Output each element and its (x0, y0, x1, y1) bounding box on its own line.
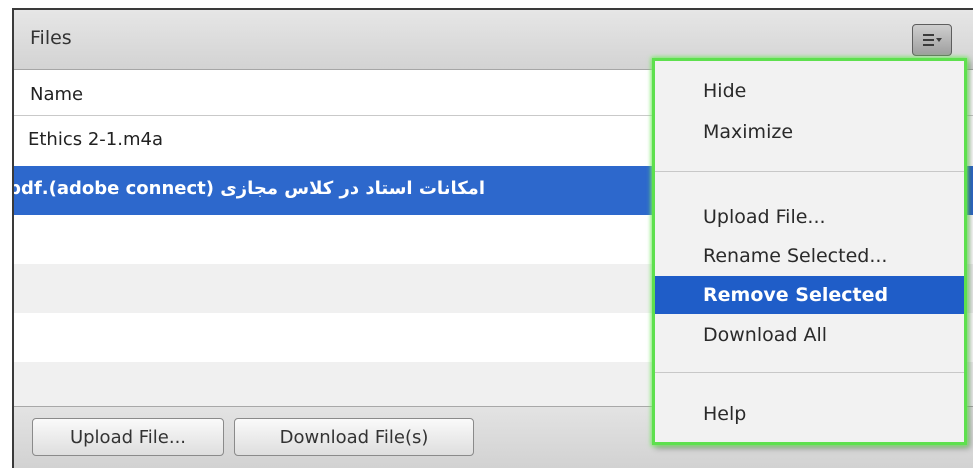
menu-item-upload-file[interactable]: Upload File... (655, 198, 964, 236)
menu-item-help[interactable]: Help (655, 395, 964, 433)
menu-separator (655, 372, 964, 373)
caret-down-icon (935, 38, 942, 42)
menu-item-download-all[interactable]: Download All (655, 316, 964, 354)
file-name: Ethics 2-1.m4a (28, 129, 163, 150)
menu-separator (655, 171, 964, 172)
menu-item-remove-selected[interactable]: Remove Selected (655, 276, 964, 314)
pod-options-menu: Hide Maximize Upload File... Rename Sele… (652, 58, 967, 445)
column-header-label: Name (30, 84, 84, 105)
pod-title: Files (30, 27, 72, 49)
menu-item-maximize[interactable]: Maximize (655, 113, 964, 151)
download-files-button[interactable]: Download File(s) (234, 418, 474, 456)
file-name: امکانات استاد در کلاس مجازی (adobe conne… (14, 178, 485, 199)
menu-item-hide[interactable]: Hide (655, 72, 964, 110)
upload-file-button[interactable]: Upload File... (32, 418, 224, 456)
pod-options-button[interactable] (912, 24, 952, 56)
menu-lines-icon (922, 34, 934, 46)
menu-item-rename-selected[interactable]: Rename Selected... (655, 237, 964, 275)
